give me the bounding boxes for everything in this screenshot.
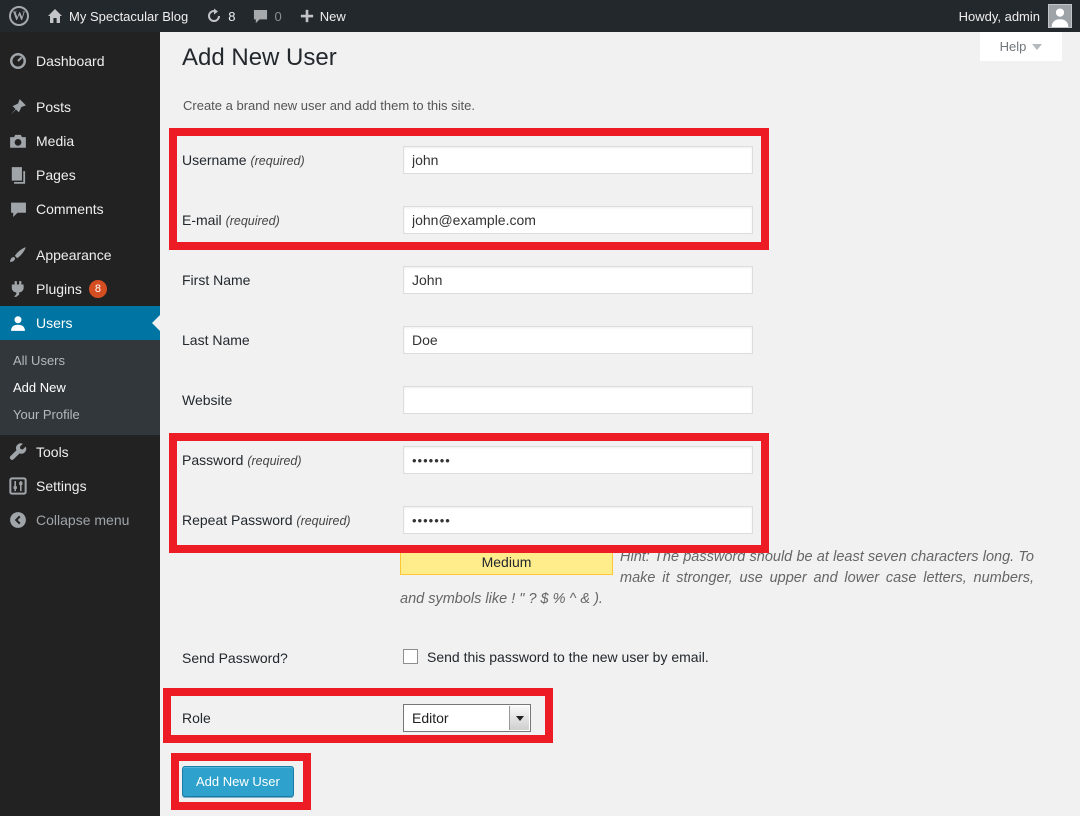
sidebar-item-dashboard[interactable]: Dashboard xyxy=(0,44,160,78)
wordpress-menu[interactable]: W xyxy=(0,0,38,32)
comments-link[interactable]: 0 xyxy=(244,0,290,32)
website-label: Website xyxy=(182,392,403,408)
wrench-icon xyxy=(8,442,28,462)
repeat-password-input[interactable] xyxy=(403,506,753,534)
new-content-menu[interactable]: New xyxy=(291,0,355,32)
plug-icon xyxy=(8,279,28,299)
last-name-input[interactable] xyxy=(403,326,753,354)
sidebar-item-all-users[interactable]: All Users xyxy=(0,347,160,374)
page-title: Add New User xyxy=(182,44,337,72)
sidebar-item-label: Tools xyxy=(36,444,69,460)
menu-separator xyxy=(0,226,160,238)
dashboard-icon xyxy=(8,51,28,71)
first-name-row: First Name xyxy=(182,250,1042,310)
collapse-arrow-icon xyxy=(8,510,28,530)
sidebar-item-label: Dashboard xyxy=(36,53,105,69)
send-password-label: Send Password? xyxy=(182,650,403,666)
wordpress-logo-icon: W xyxy=(9,6,29,26)
role-selected-value: Editor xyxy=(412,710,449,726)
avatar[interactable] xyxy=(1048,4,1072,28)
plus-icon xyxy=(300,9,314,23)
email-row: E-mail (required) xyxy=(182,190,1042,250)
site-name-link[interactable]: My Spectacular Blog xyxy=(38,0,197,32)
repeat-password-label: Repeat Password (required) xyxy=(182,512,403,528)
username-label: Username (required) xyxy=(182,152,403,168)
comment-icon xyxy=(8,199,28,219)
sidebar-item-label: Settings xyxy=(36,478,87,494)
sidebar-menu: Dashboard Posts Media Pages Comments App… xyxy=(0,32,160,816)
menu-separator xyxy=(0,78,160,90)
email-input[interactable] xyxy=(403,206,753,234)
help-button[interactable]: Help xyxy=(980,32,1062,61)
repeat-password-row: Repeat Password (required) xyxy=(182,490,1042,550)
sidebar-item-label: Appearance xyxy=(36,247,112,263)
updates-icon xyxy=(206,8,222,24)
pushpin-icon xyxy=(8,97,28,117)
password-strength-area: Medium Hint: The password should be at l… xyxy=(400,547,1034,610)
updates-link[interactable]: 8 xyxy=(197,0,244,32)
admin-bar: W My Spectacular Blog 8 0 New Howdy, adm… xyxy=(0,0,1080,32)
sidebar-item-your-profile[interactable]: Your Profile xyxy=(0,401,160,428)
first-name-label: First Name xyxy=(182,272,403,288)
comment-bubble-icon xyxy=(253,9,268,24)
camera-icon xyxy=(8,131,28,151)
website-row: Website xyxy=(182,370,1042,430)
sidebar-item-add-new[interactable]: Add New xyxy=(0,374,160,401)
password-input[interactable] xyxy=(403,446,753,474)
users-submenu: All Users Add New Your Profile xyxy=(0,340,160,435)
send-password-checkbox[interactable] xyxy=(403,649,418,664)
sidebar-item-users[interactable]: Users xyxy=(0,306,160,340)
sidebar-item-label: Comments xyxy=(36,201,104,217)
user-icon xyxy=(8,313,28,333)
sidebar-item-comments[interactable]: Comments xyxy=(0,192,160,226)
password-strength-meter: Medium xyxy=(400,549,613,575)
role-row: Role Editor xyxy=(182,690,1042,746)
send-password-row: Send Password? Send this password to the… xyxy=(182,630,1042,686)
sidebar-item-tools[interactable]: Tools xyxy=(0,435,160,469)
dropdown-arrow-icon xyxy=(509,706,529,730)
sidebar-item-media[interactable]: Media xyxy=(0,124,160,158)
comment-count: 0 xyxy=(274,9,281,24)
pages-icon xyxy=(8,165,28,185)
sidebar-item-label: Users xyxy=(36,315,73,331)
sidebar-item-label: Plugins xyxy=(36,281,82,297)
send-password-checkbox-label: Send this password to the new user by em… xyxy=(427,649,709,665)
sidebar-item-plugins[interactable]: Plugins 8 xyxy=(0,272,160,306)
chevron-down-icon xyxy=(1032,44,1042,50)
collapse-menu-button[interactable]: Collapse menu xyxy=(0,503,160,537)
active-item-arrow xyxy=(152,315,160,331)
settings-icon xyxy=(8,476,28,496)
password-label: Password (required) xyxy=(182,452,403,468)
brush-icon xyxy=(8,245,28,265)
username-input[interactable] xyxy=(403,146,753,174)
site-name-label: My Spectacular Blog xyxy=(69,9,188,24)
last-name-row: Last Name xyxy=(182,310,1042,370)
sidebar-item-appearance[interactable]: Appearance xyxy=(0,238,160,272)
sidebar-item-settings[interactable]: Settings xyxy=(0,469,160,503)
last-name-label: Last Name xyxy=(182,332,403,348)
sidebar-item-pages[interactable]: Pages xyxy=(0,158,160,192)
sidebar-item-label: Media xyxy=(36,133,74,149)
sidebar-item-label: Pages xyxy=(36,167,76,183)
username-row: Username (required) xyxy=(182,130,1042,190)
role-select[interactable]: Editor xyxy=(403,704,531,732)
first-name-input[interactable] xyxy=(403,266,753,294)
role-label: Role xyxy=(182,710,403,726)
plugins-update-badge: 8 xyxy=(89,280,107,298)
sidebar-item-label: Posts xyxy=(36,99,71,115)
password-row: Password (required) xyxy=(182,430,1042,490)
add-new-user-button[interactable]: Add New User xyxy=(182,766,294,797)
update-count: 8 xyxy=(228,9,235,24)
website-input[interactable] xyxy=(403,386,753,414)
page-description: Create a brand new user and add them to … xyxy=(183,98,475,113)
email-label: E-mail (required) xyxy=(182,212,403,228)
sidebar-item-posts[interactable]: Posts xyxy=(0,90,160,124)
new-label: New xyxy=(320,9,346,24)
howdy-text[interactable]: Howdy, admin xyxy=(959,9,1040,24)
home-icon xyxy=(47,8,63,24)
help-label: Help xyxy=(1000,39,1027,54)
collapse-menu-label: Collapse menu xyxy=(36,512,129,528)
